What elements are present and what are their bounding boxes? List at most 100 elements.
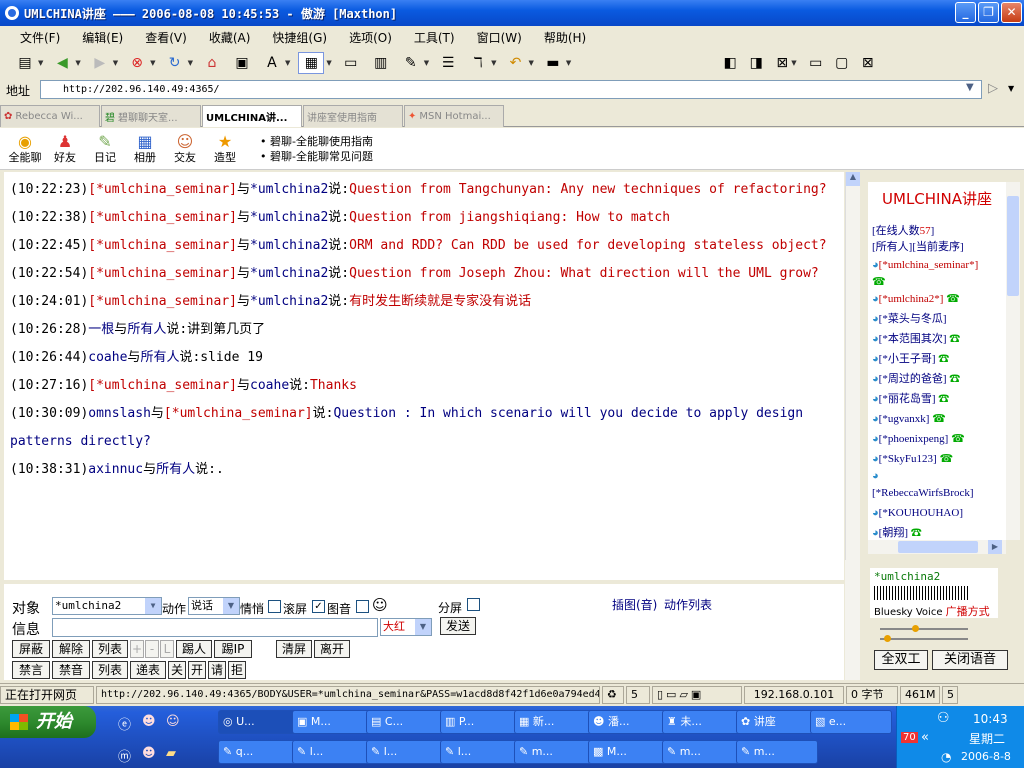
filter-icon[interactable]: ℸ	[467, 52, 489, 74]
user-item[interactable]: ◕[*小王子哥] ☎	[868, 349, 1006, 369]
smiley-checkbox[interactable]	[356, 600, 369, 613]
action-list-link[interactable]: 动作列表	[664, 596, 712, 613]
close-button[interactable]: ✕	[1001, 2, 1022, 23]
tab-biliao[interactable]: 碧碧聊聊天室...	[101, 105, 201, 127]
tab-msn[interactable]: ✦ MSN Hotmai...	[404, 105, 504, 127]
user-item[interactable]: ◕[*ugvanxk] ☎	[868, 409, 1006, 429]
filter-sort-link[interactable]: [当前麦序]	[912, 241, 963, 253]
go-dropdown-icon[interactable]: ▼	[1008, 84, 1014, 93]
tab-next-icon[interactable]: ◨	[745, 52, 767, 74]
style-button[interactable]: ★ 造型	[206, 133, 244, 165]
user-item[interactable]: [*RebeccaWirfsBrock]	[868, 483, 1006, 503]
diary-button[interactable]: ✎ 日记	[86, 133, 124, 165]
kick-ip-button[interactable]: 踢IP	[214, 640, 252, 658]
menu-window[interactable]: 窗口(W)	[477, 29, 522, 46]
undo-icon[interactable]: ↶	[505, 52, 527, 74]
list2-button[interactable]: 列表	[92, 661, 128, 679]
quicklaunch-ie-icon[interactable]: ⓔ	[118, 714, 131, 733]
folder-icon[interactable]: ▥	[370, 52, 392, 74]
task-button[interactable]: ✎ l...	[440, 740, 522, 764]
message-input[interactable]	[52, 618, 378, 637]
quicklaunch-chat-icon[interactable]: ☻	[142, 746, 156, 761]
user-item[interactable]: ◕[朝翔] ☎	[868, 523, 1006, 540]
tab-guide[interactable]: 讲座室使用指南	[303, 105, 403, 127]
filter-all-link[interactable]: [所有人]	[872, 241, 912, 253]
user-item[interactable]: ◕[*umlchina2*] ☎	[868, 289, 1006, 309]
submit-list-button[interactable]: 递表	[130, 661, 166, 679]
image-icon[interactable]: ▦	[298, 52, 325, 74]
tab-rebecca[interactable]: ✿ Rebecca Wi...	[0, 105, 100, 127]
guide-link[interactable]: • 碧聊-全能聊使用指南	[260, 134, 373, 149]
task-button[interactable]: ▧ e...	[810, 710, 892, 734]
tab-max-icon[interactable]: ▢	[831, 52, 853, 74]
scroll-up-icon[interactable]: ▲	[846, 172, 860, 186]
task-button[interactable]: ✿ 讲座	[736, 710, 818, 734]
faq-link[interactable]: • 碧聊-全能聊常见问题	[260, 149, 373, 164]
forward-icon[interactable]: ▶	[89, 52, 111, 74]
menu-groups[interactable]: 快捷组(G)	[272, 29, 327, 46]
quicklaunch-user-icon[interactable]: ☻	[142, 714, 156, 729]
l-button[interactable]: L	[160, 640, 174, 658]
task-button[interactable]: ☻ 潘...	[588, 710, 670, 734]
menu-edit[interactable]: 编辑(E)	[82, 29, 123, 46]
minus-button[interactable]: -	[145, 640, 159, 658]
task-button[interactable]: ▩ M...	[588, 740, 670, 764]
user-item[interactable]: ◕[*丽花岛雪] ☎	[868, 389, 1006, 409]
monitor-icon[interactable]: ▬	[542, 52, 564, 74]
user-item[interactable]: ◕[*phoenixpeng] ☎	[868, 429, 1006, 449]
notes-icon[interactable]: ☰	[437, 52, 459, 74]
task-button[interactable]: ▦ 新...	[514, 710, 596, 734]
user-item[interactable]: ◕[*KOUHOUHAO]	[868, 503, 1006, 523]
task-button[interactable]: ✎ m...	[662, 740, 744, 764]
task-button[interactable]: ✎ q...	[218, 740, 300, 764]
unblock-button[interactable]: 解除	[52, 640, 90, 658]
user-item[interactable]: ◕[*umlchina_seminar*]	[868, 255, 1006, 275]
task-button[interactable]: ▤ C...	[366, 710, 448, 734]
edit-icon[interactable]: ✎	[400, 52, 422, 74]
tray-sound-icon[interactable]: ◔	[941, 750, 951, 764]
mute-voice-button[interactable]: 禁音	[52, 661, 90, 679]
font-color-select[interactable]: 大红 ▼	[380, 618, 432, 636]
task-button[interactable]: ✎ m...	[514, 740, 596, 764]
go-icon[interactable]: ▷	[988, 81, 998, 96]
task-button[interactable]: ▥ P...	[440, 710, 522, 734]
friends-button[interactable]: ♟ 好友	[46, 133, 84, 165]
task-button[interactable]: ✎ m...	[736, 740, 818, 764]
tab-min-icon[interactable]: ▭	[805, 52, 827, 74]
clear-button[interactable]: 清屏	[276, 640, 312, 658]
menu-tools[interactable]: 工具(T)	[414, 29, 455, 46]
reject-button[interactable]: 拒	[228, 661, 246, 679]
scroll-thumb[interactable]	[1007, 196, 1019, 296]
plus-button[interactable]: +	[130, 640, 144, 658]
user-list-scrollbar[interactable]	[1006, 182, 1020, 540]
send-button[interactable]: 发送	[440, 617, 476, 635]
quicklaunch-people-icon[interactable]: ☺	[166, 714, 180, 729]
task-button[interactable]: ◎ U...	[218, 710, 300, 734]
action-select[interactable]: 说话 ▼	[188, 597, 240, 615]
menu-help[interactable]: 帮助(H)	[544, 29, 586, 46]
home-icon[interactable]: ⌂	[201, 52, 223, 74]
scroll-checkbox[interactable]	[268, 600, 281, 613]
album-button[interactable]: ▦ 相册	[126, 133, 164, 165]
quicklaunch-m-icon[interactable]: ⓜ	[118, 746, 131, 765]
address-dropdown-icon[interactable]: ▼	[966, 82, 974, 93]
tab-close-icon[interactable]: ⊠	[771, 52, 793, 74]
mute-text-button[interactable]: 禁言	[12, 661, 50, 679]
full-duplex-button[interactable]: 全双工	[874, 650, 928, 670]
window-icon[interactable]: ▣	[231, 52, 253, 74]
back-icon[interactable]: ◀	[51, 52, 73, 74]
tray-app-icon[interactable]: 70	[901, 732, 918, 743]
tab-prev-icon[interactable]: ◧	[719, 52, 741, 74]
block-button[interactable]: 屏蔽	[12, 640, 50, 658]
quicklaunch-folder-icon[interactable]: ▰	[166, 746, 176, 761]
user-item[interactable]: ◕[*周过的爸爸] ☎	[868, 369, 1006, 389]
kick-button[interactable]: 踢人	[176, 640, 212, 658]
chat-scrollbar[interactable]: ▲ ▼	[845, 172, 860, 580]
list-button[interactable]: 列表	[92, 640, 128, 658]
task-button[interactable]: ▣ M...	[292, 710, 374, 734]
volume-slider[interactable]	[880, 625, 968, 632]
start-button[interactable]: 开始	[0, 706, 96, 738]
recycle-icon[interactable]: ♻	[602, 685, 624, 704]
scroll-right-icon[interactable]: ▶	[988, 540, 1002, 554]
task-button[interactable]: ♜ 未...	[662, 710, 744, 734]
